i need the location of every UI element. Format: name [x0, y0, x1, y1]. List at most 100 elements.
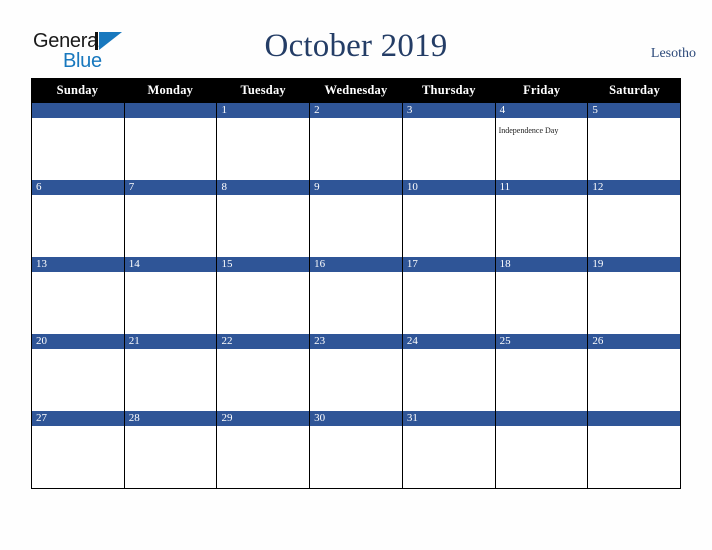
day-cell[interactable]: 21 [124, 334, 218, 411]
day-number-band: 17 [402, 257, 495, 272]
day-number: 17 [406, 258, 418, 270]
day-number-band: 18 [495, 257, 588, 272]
day-events [403, 118, 495, 180]
day-cell[interactable]: 14 [124, 257, 218, 334]
day-cell[interactable]: 9 [310, 180, 403, 257]
day-cell[interactable] [124, 103, 218, 180]
day-cell[interactable]: 11 [495, 180, 589, 257]
day-number: 9 [314, 181, 320, 193]
day-number-band: 24 [402, 334, 495, 349]
country-label: Lesotho [650, 46, 696, 61]
day-number-band [124, 103, 217, 118]
day-events [403, 426, 495, 488]
day-cell[interactable]: 6 [32, 180, 125, 257]
day-cell[interactable]: 24 [402, 334, 496, 411]
weekday-header-friday: Friday [523, 83, 561, 97]
day-events [496, 349, 588, 411]
day-cell[interactable] [588, 411, 682, 488]
day-events [32, 426, 124, 488]
day-cell[interactable]: 20 [32, 334, 125, 411]
day-number: 4 [499, 104, 506, 116]
day-cell[interactable]: 29 [217, 411, 311, 488]
day-events [217, 195, 309, 257]
day-cell[interactable]: 2 [310, 103, 403, 180]
day-number-band: 23 [310, 334, 402, 349]
day-number: 24 [406, 335, 418, 347]
day-events [403, 195, 495, 257]
day-events [310, 272, 402, 334]
day-cell[interactable]: 27 [32, 411, 125, 488]
day-events [125, 426, 217, 488]
calendar-week-row: 13 14 15 16 17 18 19 [31, 257, 682, 334]
day-cell[interactable]: 26 [588, 334, 682, 411]
day-cell[interactable]: 15 [217, 257, 311, 334]
day-events: Independence Day [496, 118, 588, 180]
day-cell[interactable] [32, 103, 125, 180]
day-events [496, 426, 588, 488]
day-events [496, 195, 588, 257]
day-cell[interactable]: 22 [217, 334, 311, 411]
day-number: 28 [128, 412, 140, 424]
calendar-week-row: 27 28 29 30 31 [31, 411, 682, 489]
day-number: 12 [592, 181, 604, 193]
day-number-band: 8 [217, 180, 310, 195]
day-cell[interactable]: 17 [402, 257, 496, 334]
weekday-header-saturday: Saturday [609, 83, 661, 97]
day-events [217, 426, 309, 488]
day-cell[interactable]: 25 [495, 334, 589, 411]
day-cell[interactable]: 18 [495, 257, 589, 334]
day-events [588, 195, 680, 257]
day-number: 14 [128, 258, 140, 270]
day-events [32, 195, 124, 257]
day-cell[interactable]: 28 [124, 411, 218, 488]
day-cell[interactable]: 3 [402, 103, 496, 180]
day-number-band: 31 [402, 411, 495, 426]
day-number: 26 [592, 335, 604, 347]
day-events [125, 195, 217, 257]
day-cell[interactable]: 31 [402, 411, 496, 488]
day-number-band: 13 [32, 257, 124, 272]
day-number: 22 [221, 335, 233, 347]
day-number-band: 30 [310, 411, 402, 426]
day-number-band [495, 411, 588, 426]
day-number: 23 [314, 335, 326, 347]
day-number-band: 6 [32, 180, 124, 195]
day-events [32, 349, 124, 411]
day-number-band: 1 [217, 103, 310, 118]
day-cell[interactable]: 7 [124, 180, 218, 257]
day-number: 27 [36, 412, 47, 424]
day-number: 2 [314, 104, 320, 116]
day-cell[interactable]: 23 [310, 334, 403, 411]
day-number-band: 3 [402, 103, 495, 118]
day-cell[interactable]: 10 [402, 180, 496, 257]
day-events [217, 349, 309, 411]
calendar-week-row: 6 7 8 9 10 11 12 [31, 180, 682, 257]
day-number: 19 [592, 258, 604, 270]
day-cell[interactable]: 8 [217, 180, 311, 257]
weekday-header-monday: Monday [147, 83, 194, 97]
day-cell[interactable]: 13 [32, 257, 125, 334]
day-number-band: 19 [588, 257, 681, 272]
day-number-band: 16 [310, 257, 402, 272]
day-cell[interactable]: 5 [588, 103, 682, 180]
day-number: 25 [499, 335, 511, 347]
day-cell[interactable]: 19 [588, 257, 682, 334]
day-number: 13 [36, 258, 47, 270]
day-cell[interactable]: 4 Independence Day [495, 103, 589, 180]
day-number: 10 [406, 181, 418, 193]
day-number: 11 [499, 181, 511, 193]
day-cell[interactable]: 12 [588, 180, 682, 257]
day-number: 21 [128, 335, 140, 347]
weekday-header-thursday: Thursday [422, 83, 476, 97]
day-events [310, 349, 402, 411]
day-number: 30 [314, 412, 326, 424]
day-number: 18 [499, 258, 511, 270]
day-cell[interactable] [495, 411, 589, 488]
day-cell[interactable]: 1 [217, 103, 311, 180]
day-cell[interactable]: 30 [310, 411, 403, 488]
day-number: 1 [221, 104, 227, 116]
day-events [310, 118, 402, 180]
day-cell[interactable]: 16 [310, 257, 403, 334]
day-events [588, 272, 680, 334]
day-number-band: 21 [124, 334, 217, 349]
